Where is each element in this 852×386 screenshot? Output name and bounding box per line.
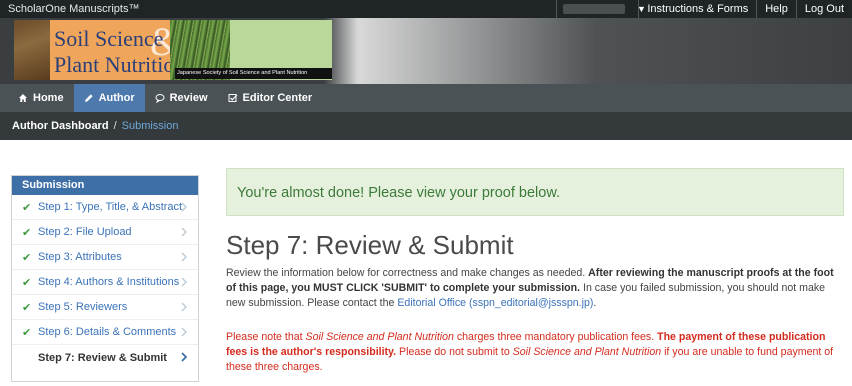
tab-editor-center-label: Editor Center bbox=[242, 92, 313, 104]
help-link[interactable]: Help bbox=[756, 0, 796, 18]
instructions-text-1: Review the information below for correct… bbox=[226, 267, 589, 279]
journal-title-line2: Plant Nutrition bbox=[54, 52, 186, 77]
sidebar-step-4[interactable]: ✔ Step 4: Authors & Institutions bbox=[12, 270, 198, 295]
page-title: Step 7: Review & Submit bbox=[226, 230, 514, 260]
checkmark-icon: ✔ bbox=[22, 226, 32, 239]
fee-text-1: Please note that bbox=[226, 331, 306, 343]
fee-journal-name-2: Soil Science and Plant Nutrition bbox=[512, 346, 662, 358]
breadcrumb-submission[interactable]: Submission bbox=[122, 120, 179, 132]
sidebar-step-label: Step 5: Reviewers bbox=[38, 301, 128, 313]
chevron-right-icon bbox=[181, 302, 187, 312]
tab-review[interactable]: Review bbox=[145, 84, 218, 112]
checkmark-icon: ✔ bbox=[22, 276, 32, 289]
success-alert: You're almost done! Please view your pro… bbox=[226, 168, 844, 216]
tab-author-label: Author bbox=[98, 92, 135, 104]
submission-steps-menu: Submission ✔ Step 1: Type, Title, & Abst… bbox=[11, 175, 199, 382]
log-out-link[interactable]: Log Out bbox=[795, 0, 852, 18]
sidebar-step-label: Step 4: Authors & Institutions bbox=[38, 276, 180, 288]
checkbox-icon bbox=[228, 94, 237, 102]
sidebar-step-label: Step 3: Attributes bbox=[38, 251, 122, 263]
fee-text-3: Please do not submit to bbox=[396, 346, 513, 358]
publication-fee-notice: Please note that Soil Science and Plant … bbox=[226, 330, 846, 375]
user-menu[interactable]: ▼ bbox=[556, 0, 651, 18]
top-links: Instructions & Forms Help Log Out bbox=[638, 0, 852, 18]
fee-journal-name: Soil Science and Plant Nutrition bbox=[305, 331, 454, 343]
society-name: Japanese Society of Soil Science and Pla… bbox=[175, 68, 332, 79]
sidebar-step-label: Step 7: Review & Submit bbox=[38, 351, 167, 364]
chevron-right-icon bbox=[181, 352, 188, 362]
fee-text-2: charges three mandatory publication fees… bbox=[453, 331, 658, 343]
editorial-office-link[interactable]: Editorial Office (sspn_editorial@jssspn.… bbox=[397, 297, 593, 309]
checkmark-icon: ✔ bbox=[22, 326, 32, 339]
sidebar-step-7[interactable]: Step 7: Review & Submit bbox=[12, 345, 198, 370]
journal-title-line1: Soil Science bbox=[54, 26, 164, 51]
main-nav: Home Author Review Editor Center bbox=[0, 84, 852, 112]
sidebar-step-6[interactable]: ✔ Step 6: Details & Comments bbox=[12, 320, 198, 345]
tab-editor-center[interactable]: Editor Center bbox=[218, 84, 323, 112]
chevron-right-icon bbox=[181, 227, 187, 237]
top-bar: ScholarOne Manuscripts™ ▼ Instructions &… bbox=[0, 0, 852, 18]
brand-name: ScholarOne Manuscripts™ bbox=[8, 3, 140, 15]
chevron-right-icon bbox=[181, 277, 187, 287]
tab-home[interactable]: Home bbox=[8, 84, 74, 112]
journal-banner: & Soil Science Plant Nutrition Japanese … bbox=[0, 18, 852, 84]
breadcrumb: Author Dashboard / Submission bbox=[0, 112, 852, 140]
home-icon bbox=[19, 94, 27, 102]
soil-image bbox=[14, 20, 50, 80]
breadcrumb-separator: / bbox=[113, 120, 117, 132]
journal-logo[interactable]: & Soil Science Plant Nutrition Japanese … bbox=[14, 20, 332, 80]
pencil-icon bbox=[84, 94, 93, 102]
alert-message: You're almost done! Please view your pro… bbox=[237, 185, 561, 201]
sidebar-step-1[interactable]: ✔ Step 1: Type, Title, & Abstract bbox=[12, 195, 198, 220]
tab-review-label: Review bbox=[169, 92, 208, 104]
sidebar-step-label: Step 2: File Upload bbox=[38, 226, 132, 238]
sidebar-step-2[interactable]: ✔ Step 2: File Upload bbox=[12, 220, 198, 245]
checkmark-icon: ✔ bbox=[22, 201, 32, 214]
checkmark-icon: ✔ bbox=[22, 251, 32, 264]
instructions-forms-link[interactable]: Instructions & Forms bbox=[638, 0, 756, 18]
checkmark-icon: ✔ bbox=[22, 301, 32, 314]
breadcrumb-author-dashboard[interactable]: Author Dashboard bbox=[12, 120, 109, 132]
speech-bubble-icon bbox=[155, 94, 165, 103]
instructions-text-3: . bbox=[593, 297, 597, 309]
submission-menu-title: Submission bbox=[12, 176, 198, 195]
chevron-right-icon bbox=[181, 327, 187, 337]
tab-home-label: Home bbox=[33, 92, 64, 104]
sidebar-step-5[interactable]: ✔ Step 5: Reviewers bbox=[12, 295, 198, 320]
sidebar-step-label: Step 1: Type, Title, & Abstract bbox=[38, 201, 183, 213]
tab-author[interactable]: Author bbox=[73, 84, 145, 112]
review-instructions: Review the information below for correct… bbox=[226, 266, 846, 311]
sidebar-step-label: Step 6: Details & Comments bbox=[38, 326, 177, 338]
sidebar-step-3[interactable]: ✔ Step 3: Attributes bbox=[12, 245, 198, 270]
chevron-right-icon bbox=[181, 202, 187, 212]
user-name-redacted bbox=[563, 4, 625, 14]
chevron-right-icon bbox=[181, 252, 187, 262]
